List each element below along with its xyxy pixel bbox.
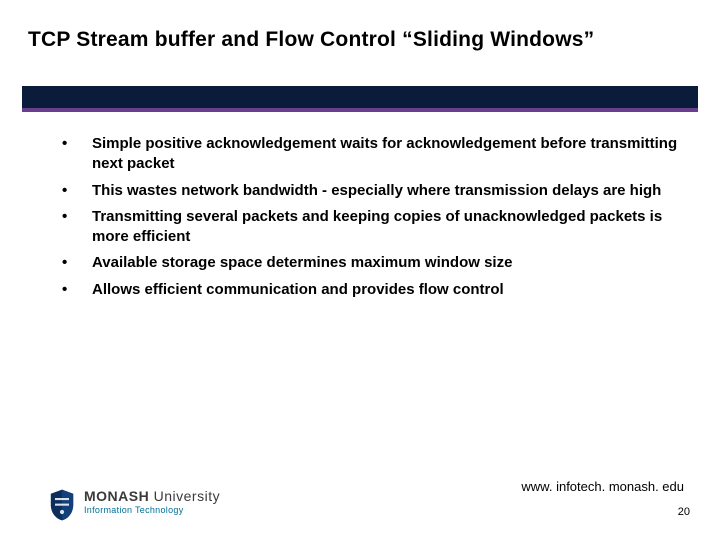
logo-main-light: University [149, 488, 220, 504]
content-area: Simple positive acknowledgement waits fo… [60, 134, 696, 306]
decorative-corner [578, 360, 698, 480]
slide: TCP Stream buffer and Flow Control “Slid… [0, 0, 720, 540]
bullet-list: Simple positive acknowledgement waits fo… [60, 134, 696, 300]
logo-sub: Information Technology [84, 505, 220, 515]
bullet-item: Simple positive acknowledgement waits fo… [60, 134, 696, 175]
bullet-item: Transmitting several packets and keeping… [60, 207, 696, 248]
logo-main: MONASH University [84, 488, 220, 504]
slide-title: TCP Stream buffer and Flow Control “Slid… [28, 28, 692, 52]
bullet-item: This wastes network bandwidth - especial… [60, 181, 696, 201]
bullet-item: Available storage space determines maxim… [60, 253, 696, 273]
shield-icon [48, 488, 76, 522]
page-number: 20 [678, 506, 690, 518]
bullet-item: Allows efficient communication and provi… [60, 280, 696, 300]
title-bar-navy [22, 86, 698, 108]
logo-text: MONASH University Information Technology [84, 488, 220, 515]
logo-main-bold: MONASH [84, 488, 149, 504]
title-bar-purple [22, 108, 698, 112]
footer-url: www. infotech. monash. edu [521, 479, 684, 494]
